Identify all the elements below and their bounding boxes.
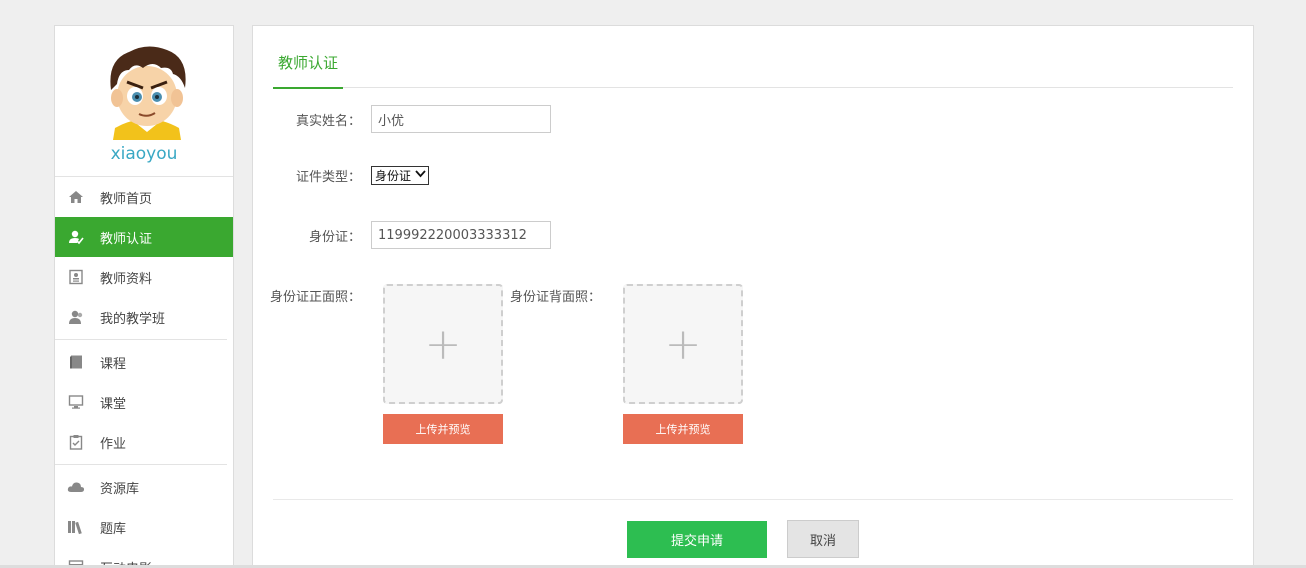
id-number-row: 身份证： (253, 221, 551, 249)
home-icon (67, 188, 85, 206)
sidebar-item-my-classes[interactable]: 我的教学班 (55, 297, 233, 337)
name-row: 真实姓名： (253, 105, 551, 133)
id-type-row: 证件类型： 身份证 (253, 166, 430, 185)
sidebar-item-teacher-home[interactable]: 教师首页 (55, 177, 233, 217)
submit-application-button[interactable]: 提交申请 (627, 521, 767, 558)
tab-bar: 教师认证 (273, 26, 1233, 89)
back-photo-upload-button[interactable]: 上传并预览 (623, 414, 743, 444)
sidebar-item-label: 作业 (100, 436, 127, 452)
real-name-input[interactable] (371, 105, 551, 133)
profile-card-icon (67, 268, 85, 286)
sidebar-item-teacher-certification[interactable]: 教师认证 (55, 217, 233, 257)
id-type-label: 证件类型： (295, 170, 361, 185)
front-photo-upload-area[interactable]: + (383, 284, 503, 404)
id-number-input[interactable] (371, 221, 551, 249)
class-group-icon (67, 308, 85, 326)
chevron-down-icon (415, 170, 426, 181)
front-photo-upload-button[interactable]: 上传并预览 (383, 414, 503, 444)
sidebar-item-classroom[interactable]: 课堂 (55, 382, 233, 422)
sidebar-item-label: 题库 (100, 521, 127, 537)
cancel-button[interactable]: 取消 (787, 520, 859, 558)
front-photo-label: 身份证正面照： (269, 290, 361, 305)
sidebar-item-label: 资源库 (100, 481, 140, 497)
sidebar-item-courses[interactable]: 课程 (55, 342, 233, 382)
sidebar-item-label: 课程 (100, 356, 127, 372)
clipboard-icon (67, 433, 85, 451)
monitor-icon (67, 393, 85, 411)
book-icon (67, 353, 85, 371)
id-number-label: 身份证： (308, 229, 361, 245)
sidebar-item-teacher-profile[interactable]: 教师资料 (55, 257, 233, 297)
sidebar-nav: 教师首页 教师认证 教师资料 我的教学班 课程 课堂 作业 资源库 题库 (55, 177, 233, 568)
sidebar-item-label: 教师资料 (100, 271, 153, 287)
plus-icon: + (424, 318, 462, 370)
sidebar-item-homework[interactable]: 作业 (55, 422, 233, 462)
sidebar-item-resources[interactable]: 资源库 (55, 467, 233, 507)
plus-icon: + (664, 318, 702, 370)
id-type-select[interactable]: 身份证 (371, 166, 430, 185)
nav-divider (55, 464, 227, 465)
back-photo-label: 身份证背面照： (509, 290, 601, 305)
sidebar-item-label: 课堂 (100, 396, 127, 412)
sidebar-item-label: 我的教学班 (100, 311, 166, 327)
main-panel: 教师认证 真实姓名： 证件类型： 身份证 身份证： 身份证正面照： + 上传并预… (252, 25, 1254, 568)
form-divider (273, 499, 1233, 500)
name-label: 真实姓名： (295, 113, 361, 129)
profile-section: xiaoyou (55, 26, 233, 177)
library-icon (67, 518, 85, 536)
username[interactable]: xiaoyou (55, 144, 233, 164)
id-type-selected-value: 身份证 (375, 169, 412, 183)
nav-divider (55, 339, 227, 340)
sidebar-item-label: 教师认证 (100, 231, 153, 247)
avatar[interactable] (97, 40, 197, 140)
cloud-icon (67, 478, 85, 496)
sidebar-item-question-bank[interactable]: 题库 (55, 507, 233, 547)
back-photo-upload-area[interactable]: + (623, 284, 743, 404)
sidebar: xiaoyou 教师首页 教师认证 教师资料 我的教学班 课程 课堂 作业 资源… (54, 25, 234, 568)
sidebar-item-label: 教师首页 (100, 191, 153, 207)
tab-teacher-certification[interactable]: 教师认证 (273, 52, 344, 89)
user-check-icon (67, 228, 85, 246)
